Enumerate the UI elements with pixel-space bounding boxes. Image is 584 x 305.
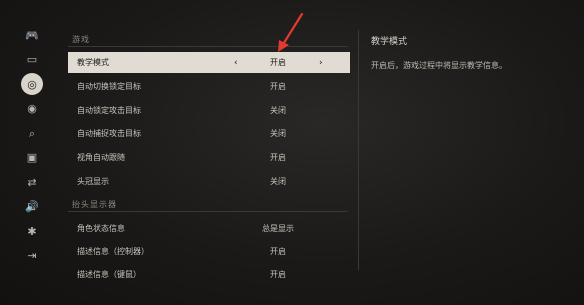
setting-value: 开启 bbox=[270, 247, 286, 256]
chevron-right-icon[interactable]: › bbox=[319, 58, 323, 68]
setting-value: 总是显示 bbox=[262, 224, 294, 233]
detail-title: 教学模式 bbox=[371, 37, 408, 47]
gamepad-icon[interactable]: 🎮 bbox=[19, 24, 45, 46]
setting-label: 自动捕捉攻击目标 bbox=[77, 129, 141, 138]
annotation-arrow-icon bbox=[278, 12, 304, 52]
setting-row-auto-lock-target[interactable]: 自动锁定攻击目标 关闭 bbox=[68, 100, 350, 121]
setting-row-crown-display[interactable]: 头冠显示 关闭 bbox=[68, 171, 350, 192]
setting-value: 关闭 bbox=[270, 129, 286, 138]
detail-description: 开启后，游戏过程中将显示教学信息。 bbox=[371, 61, 507, 70]
setting-label: 自动切换锁定目标 bbox=[77, 82, 141, 91]
setting-label: 描述信息（键鼠） bbox=[77, 270, 141, 279]
screen-icon[interactable]: ▣ bbox=[19, 147, 45, 169]
setting-label: 教学模式 bbox=[77, 58, 109, 67]
setting-label: 描述信息（控制器） bbox=[77, 247, 149, 256]
setting-row-tutorial-mode[interactable]: 教学模式 ‹ 开启 › bbox=[68, 52, 350, 73]
setting-value: 关闭 bbox=[270, 177, 286, 186]
chevron-left-icon[interactable]: ‹ bbox=[234, 58, 238, 68]
setting-value: 关闭 bbox=[270, 106, 286, 115]
divider bbox=[68, 211, 348, 212]
setting-row-desc-controller[interactable]: 描述信息（控制器） 开启 bbox=[68, 241, 350, 262]
panel-divider bbox=[358, 30, 359, 270]
accessibility-icon[interactable]: ✱ bbox=[19, 220, 45, 242]
setting-row-auto-switch-target[interactable]: 自动切换锁定目标 开启 bbox=[68, 76, 350, 97]
setting-label: 头冠显示 bbox=[77, 177, 109, 186]
eye-icon[interactable]: ◉ bbox=[19, 98, 45, 120]
setting-row-desc-keyboard[interactable]: 描述信息（键鼠） 开启 bbox=[68, 264, 350, 285]
display-icon[interactable]: ▭ bbox=[19, 49, 45, 71]
sidebar: 🎮 ▭ ◎ ◉ ⌕ ▣ ⇄ 🔊 ✱ ⇥ bbox=[14, 24, 50, 269]
setting-label: 角色状态信息 bbox=[77, 224, 125, 233]
swap-icon[interactable]: ⇄ bbox=[19, 171, 45, 193]
setting-value: 开启 bbox=[270, 58, 286, 67]
setting-value: 开启 bbox=[270, 153, 286, 162]
setting-value: 开启 bbox=[270, 82, 286, 91]
setting-row-auto-capture-target[interactable]: 自动捕捉攻击目标 关闭 bbox=[68, 123, 350, 144]
section-header-hud: 抬头显示器 bbox=[72, 200, 117, 209]
section-header-game: 游戏 bbox=[72, 35, 90, 44]
target-icon[interactable]: ◎ bbox=[21, 73, 43, 95]
setting-row-camera-follow[interactable]: 视角自动跟随 开启 bbox=[68, 147, 350, 168]
volume-icon[interactable]: 🔊 bbox=[19, 196, 45, 218]
exit-icon[interactable]: ⇥ bbox=[19, 245, 45, 267]
setting-value: 开启 bbox=[270, 270, 286, 279]
setting-label: 自动锁定攻击目标 bbox=[77, 106, 141, 115]
setting-row-character-status[interactable]: 角色状态信息 总是显示 bbox=[68, 218, 350, 239]
search-icon[interactable]: ⌕ bbox=[19, 122, 45, 144]
setting-label: 视角自动跟随 bbox=[77, 153, 125, 162]
